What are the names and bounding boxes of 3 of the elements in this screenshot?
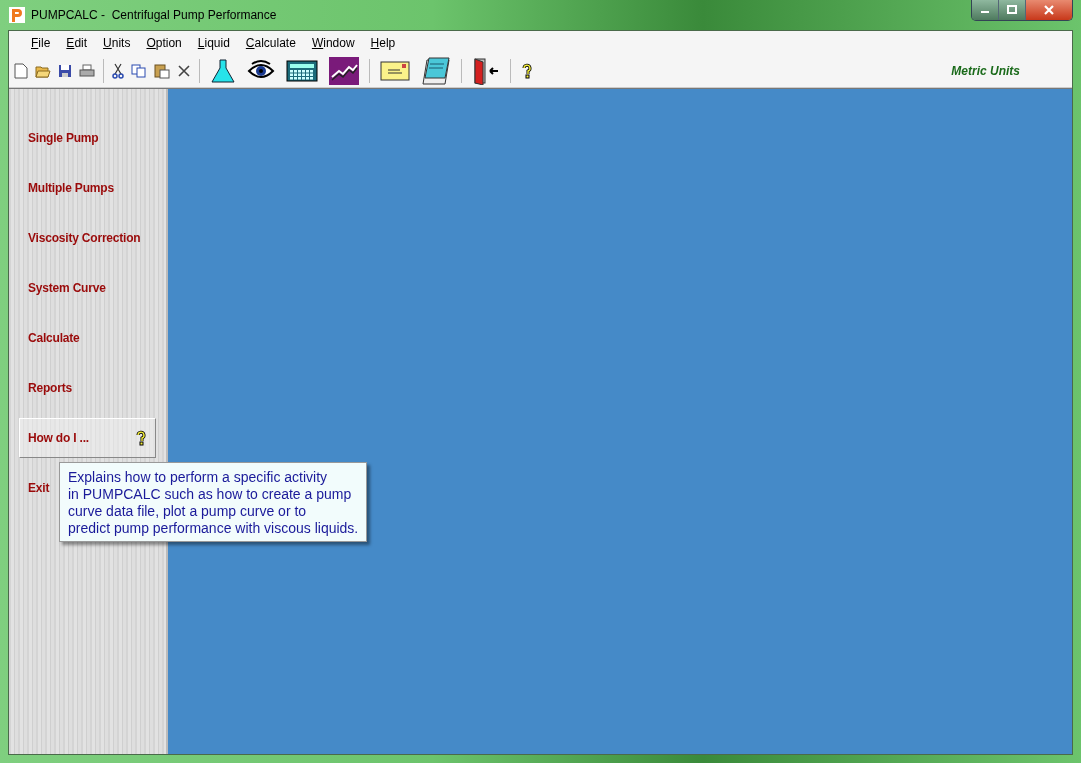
- tooltip: Explains how to perform a specific activity in PUMPCALC such as how to create a pump curve data file, plot a pump curve or to predict pump performance with viscous liquids.: [59, 462, 368, 542]
- units-label: Metric Units: [951, 64, 1020, 78]
- window-title: PUMPCALC - Centrifugal Pump Performance: [31, 8, 277, 22]
